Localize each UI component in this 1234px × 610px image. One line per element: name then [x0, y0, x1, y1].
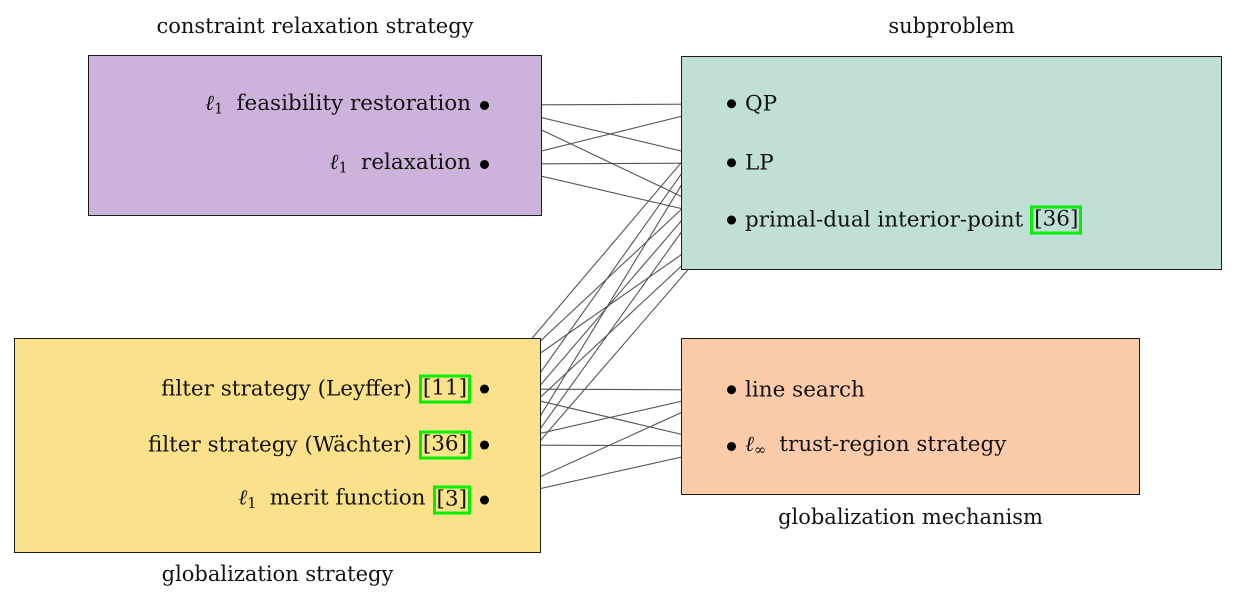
citation-badge[interactable]: [11]: [418, 374, 471, 404]
citation-badge[interactable]: [3]: [432, 485, 471, 515]
node-lp[interactable]: LP: [727, 152, 774, 174]
group-globalization-mechanism: [681, 338, 1140, 495]
node-label: ℓ∞ trust-region strategy: [745, 431, 1007, 459]
node-dot-icon: [727, 385, 736, 395]
node-linf-trust-region-strategy[interactable]: ℓ∞ trust-region strategy: [727, 434, 1006, 458]
node-dot-icon: [480, 440, 489, 450]
node-label: line search: [745, 377, 865, 403]
node-label: filter strategy (Leyffer): [161, 376, 412, 402]
node-dot-icon: [480, 100, 489, 110]
caption-globalization-strategy: globalization strategy: [161, 562, 394, 586]
node-dot-icon: [727, 441, 736, 451]
caption-globalization-mechanism: globalization mechanism: [778, 505, 1043, 529]
node-label: ℓ1 relaxation: [329, 149, 472, 177]
node-l1-feasibility-restoration[interactable]: ℓ1 feasibility restoration: [110, 93, 489, 117]
node-label: primal-dual interior-point: [745, 207, 1024, 233]
citation-badge[interactable]: [36]: [418, 430, 471, 460]
node-l1-relaxation[interactable]: ℓ1 relaxation: [110, 152, 489, 176]
node-primal-dual-interior-point[interactable]: primal-dual interior-point [36]: [727, 205, 1083, 235]
node-filter-strategy-leyffer[interactable]: filter strategy (Leyffer) [11]: [40, 374, 489, 404]
node-label: QP: [745, 91, 778, 117]
node-label: ℓ1 merit function: [238, 485, 426, 513]
node-dot-icon: [727, 99, 736, 109]
caption-subproblem: subproblem: [888, 14, 1015, 38]
node-filter-strategy-waechter[interactable]: filter strategy (Wächter) [36]: [40, 430, 489, 460]
node-dot-icon: [480, 159, 489, 169]
node-label: LP: [745, 150, 774, 176]
node-qp[interactable]: QP: [727, 93, 777, 115]
node-dot-icon: [727, 158, 736, 168]
node-label: filter strategy (Wächter): [147, 432, 412, 458]
node-dot-icon: [480, 495, 489, 505]
node-dot-icon: [727, 215, 736, 225]
diagram-canvas: constraint relaxation strategy ℓ1 feasib…: [0, 0, 1234, 610]
citation-badge[interactable]: [36]: [1030, 205, 1083, 235]
node-dot-icon: [480, 384, 489, 394]
node-line-search[interactable]: line search: [727, 379, 865, 401]
caption-constraint-relaxation-strategy: constraint relaxation strategy: [156, 14, 474, 38]
node-label: ℓ1 feasibility restoration: [205, 90, 471, 118]
group-constraint-relaxation-strategy: [88, 55, 542, 216]
node-l1-merit-function[interactable]: ℓ1 merit function [3]: [40, 485, 489, 515]
